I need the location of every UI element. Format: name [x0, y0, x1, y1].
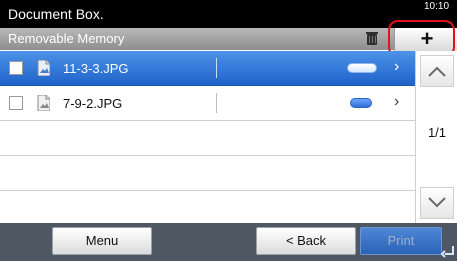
image-file-icon	[37, 60, 50, 76]
empty-row	[0, 121, 415, 156]
scroll-down-button[interactable]	[420, 187, 454, 219]
row-divider	[216, 93, 217, 113]
location-title: Removable Memory	[8, 31, 125, 46]
enter-icon	[440, 246, 454, 258]
scroll-up-button[interactable]	[420, 55, 454, 87]
chevron-right-icon[interactable]: ›	[394, 58, 406, 78]
page-indicator: 1/1	[427, 125, 447, 140]
chevron-right-icon[interactable]: ›	[394, 93, 406, 113]
trash-icon[interactable]	[366, 32, 378, 46]
empty-row	[0, 156, 415, 191]
back-button[interactable]: < Back	[256, 227, 356, 255]
sub-header: Removable Memory	[0, 28, 457, 50]
detail-toggle[interactable]	[350, 98, 372, 108]
add-button[interactable]: +	[394, 28, 457, 52]
file-row-2[interactable]: 7-9-2.JPG ›	[0, 86, 415, 121]
chevron-up-icon	[428, 66, 446, 77]
row-checkbox[interactable]	[9, 61, 23, 75]
screen: Document Box. 10:10 Removable Memory + 1…	[0, 0, 457, 261]
plus-icon: +	[420, 26, 434, 51]
row-checkbox[interactable]	[9, 96, 23, 110]
top-bar: Document Box. 10:10	[0, 0, 457, 28]
file-list: 11-3-3.JPG › 7-9-2.JPG ›	[0, 51, 415, 223]
menu-button[interactable]: Menu	[52, 227, 152, 255]
detail-toggle[interactable]	[347, 63, 377, 73]
file-name: 7-9-2.JPG	[63, 96, 123, 111]
empty-row	[0, 191, 415, 223]
scroll-column: 1/1	[415, 51, 457, 223]
file-row-1[interactable]: 11-3-3.JPG ›	[0, 51, 415, 86]
bottom-bar: Menu < Back Print	[0, 223, 457, 261]
clock: 10:10	[424, 1, 450, 12]
image-file-icon	[37, 95, 50, 111]
app-title: Document Box.	[8, 6, 104, 22]
print-button[interactable]: Print	[360, 227, 442, 255]
chevron-down-icon	[428, 197, 446, 208]
row-divider	[216, 58, 217, 78]
file-name: 11-3-3.JPG	[63, 61, 129, 76]
